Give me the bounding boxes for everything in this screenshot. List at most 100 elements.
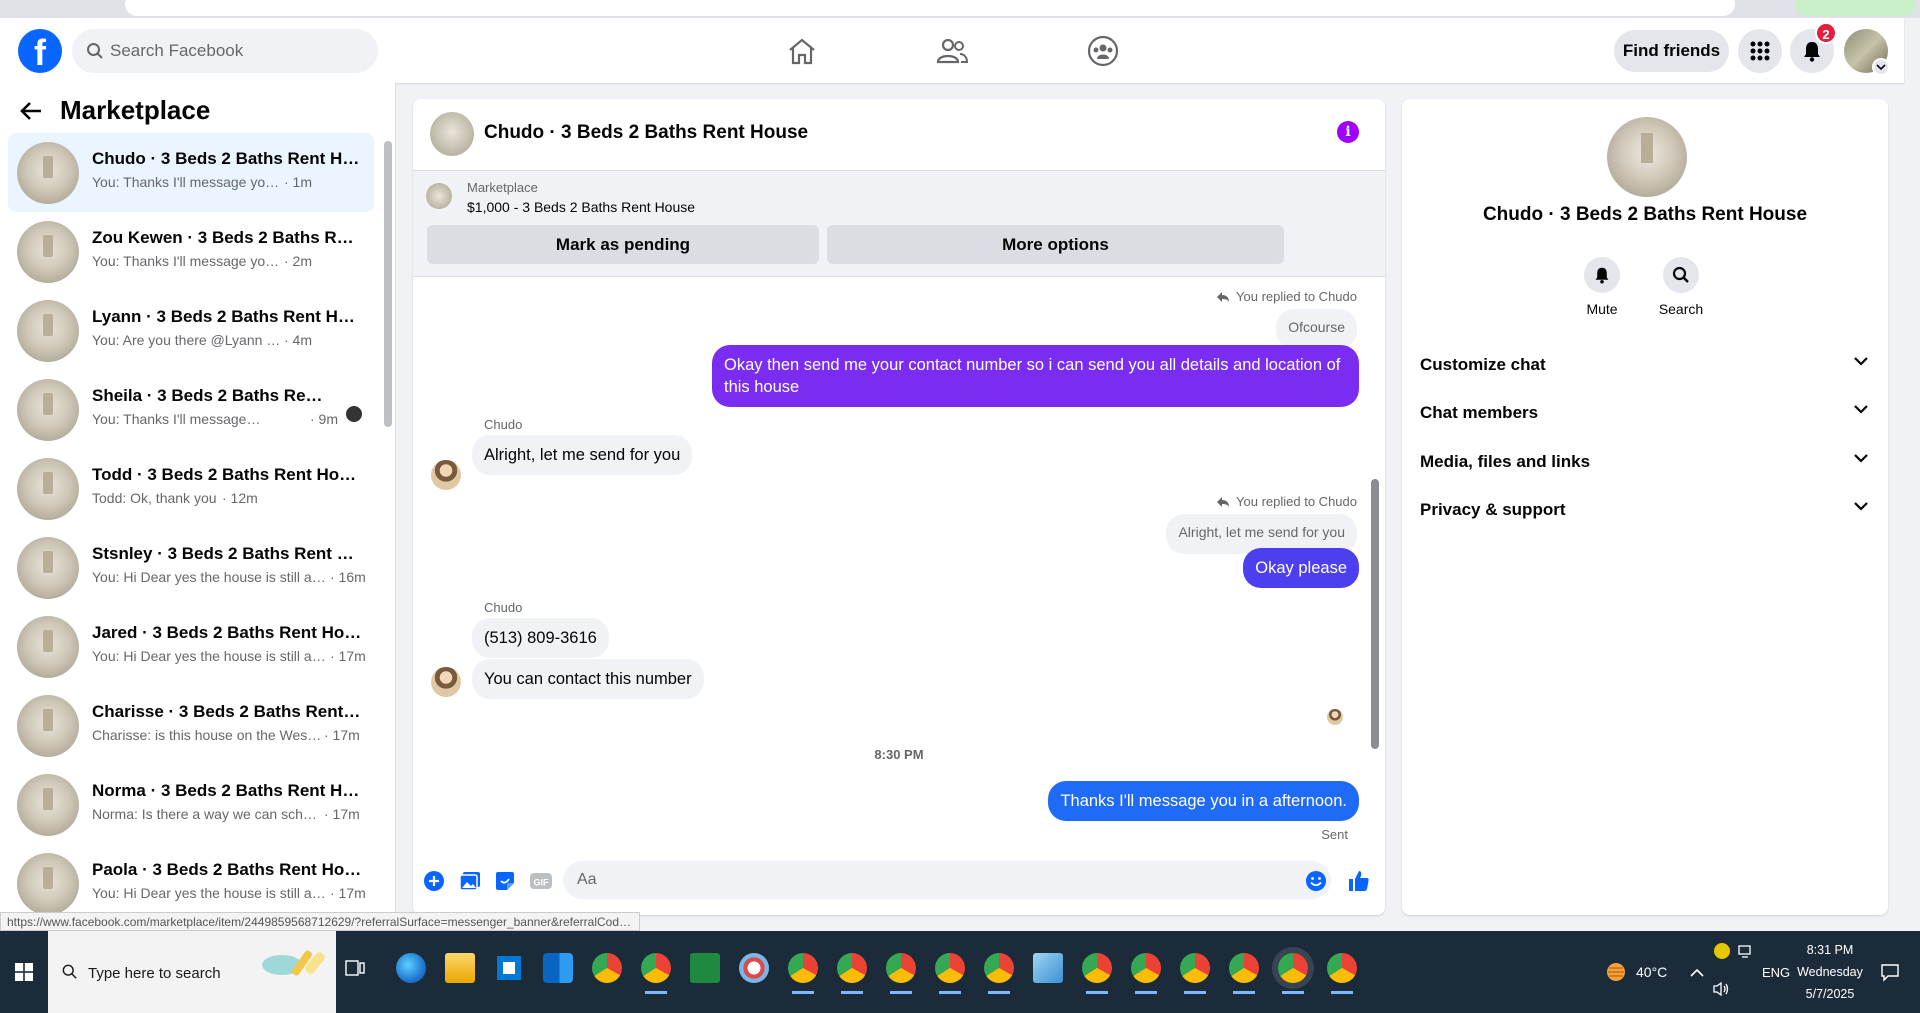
chrome-window-icon[interactable] [984,953,1014,994]
chrome-window-icon[interactable] [788,953,818,994]
marketplace-sidebar: Marketplace Chudo · 3 Beds 2 Baths Rent … [0,83,396,923]
chrome-window-icon[interactable] [1229,953,1259,994]
sender-avatar[interactable] [431,460,461,490]
gif-icon[interactable]: GIF [529,869,553,893]
sidebar-scrollbar[interactable] [384,141,392,427]
chrome-profile-icon[interactable] [641,953,671,994]
customize-chat-section[interactable]: Customize chat [1410,343,1880,387]
address-bar[interactable] [125,0,1735,16]
back-arrow-icon[interactable] [20,101,42,121]
chrome-active-window-icon[interactable] [1278,953,1308,994]
file-explorer-icon[interactable] [445,953,475,983]
notification-center-icon[interactable] [1880,962,1900,987]
paint-app-icon[interactable] [739,953,769,983]
search-box[interactable] [72,29,378,73]
info-avatar[interactable] [1607,117,1687,197]
outgoing-message[interactable]: Okay please [1243,548,1359,588]
chat-avatar[interactable] [430,112,474,156]
network-icon[interactable] [1738,943,1754,964]
task-view-icon[interactable] [344,957,370,983]
chrome-icon[interactable] [592,953,622,983]
microsoft-store-icon[interactable] [494,953,524,983]
weather-sun-icon [1607,963,1625,981]
find-friends-button[interactable]: Find friends [1614,30,1729,72]
chat-scrollbar[interactable] [1371,479,1379,749]
plus-icon[interactable] [422,869,446,893]
groups-icon[interactable] [1083,32,1123,70]
home-icon[interactable] [782,32,822,70]
friends-icon[interactable] [932,32,972,70]
conversation-item[interactable]: Chudo · 3 Beds 2 Baths Rent House You: T… [8,133,374,212]
volume-icon[interactable] [1712,981,1730,1002]
search-action[interactable]: Search [1641,257,1721,317]
windows-start-icon[interactable] [0,931,48,1013]
outgoing-message[interactable]: Thanks I'll message you in a afternoon. [1048,781,1359,821]
conversation-name: Chudo · 3 Beds 2 Baths Rent House [92,149,362,168]
weather-widget[interactable]: 40°C [1604,931,1667,1013]
chevron-down-icon [1854,502,1868,511]
edge-browser-icon[interactable] [396,953,426,983]
media-files-links-section[interactable]: Media, files and links [1410,440,1880,484]
taskbar-search-box[interactable]: Type here to search [48,931,336,1013]
taskbar-clock[interactable]: 8:31 PM Wednesday 5/7/2025 [1780,939,1880,1005]
incoming-message[interactable]: (513) 809-3616 [472,618,609,658]
search-icon[interactable] [1663,257,1699,293]
sticker-icon[interactable] [493,869,517,893]
thumbs-up-icon[interactable] [1347,869,1371,893]
message-sender-name: Chudo [484,600,523,615]
conversation-item[interactable]: Sheila · 3 Beds 2 Baths Rent House You: … [8,370,374,449]
spreadsheet-app-icon[interactable] [690,953,720,983]
chrome-window-icon[interactable] [1180,953,1210,994]
tray-app-icon[interactable] [1714,943,1730,959]
incoming-message[interactable]: Alright, let me send for you [472,435,693,475]
mute-action[interactable]: Mute [1562,257,1642,317]
chrome-window-icon[interactable] [935,953,965,994]
conversation-info-icon[interactable]: i [1337,121,1359,143]
privacy-support-section[interactable]: Privacy & support [1410,488,1880,532]
conversation-item[interactable]: Norma · 3 Beds 2 Baths Rent House Norma:… [8,765,374,844]
conversation-time: · 1m [284,174,312,190]
search-input[interactable] [110,29,370,73]
message-thread: You replied to Chudo Ofcourse Okay then … [413,277,1385,847]
chrome-window-icon[interactable] [1131,953,1161,994]
facebook-logo-icon[interactable]: f [18,29,62,73]
section-label: Privacy & support [1420,500,1566,519]
conversation-item[interactable]: Charisse · 3 Beds 2 Baths Rent House Cha… [8,686,374,765]
chat-title[interactable]: Chudo · 3 Beds 2 Baths Rent House [484,122,808,144]
quoted-message[interactable]: Ofcourse [1276,309,1357,349]
conversation-item[interactable]: Lyann · 3 Beds 2 Baths Rent House You: A… [8,291,374,370]
chrome-window-icon[interactable] [886,953,916,994]
browser-extension-area[interactable] [1795,0,1915,16]
conversation-time: · 16m [330,569,366,585]
photo-icon[interactable] [458,869,482,893]
bell-icon[interactable] [1584,257,1620,293]
mark-as-pending-button[interactable]: Mark as pending [427,225,819,264]
listing-title[interactable]: $1,000 - 3 Beds 2 Baths Rent House [467,199,695,215]
account-chevron-down-icon[interactable] [1872,58,1890,76]
link-status-url: https://www.facebook.com/marketplace/ite… [0,912,640,931]
clock-date: 5/7/2025 [1805,987,1855,1001]
conversation-name: Jared · 3 Beds 2 Baths Rent House [92,623,362,642]
emoji-icon[interactable] [1304,869,1328,893]
outgoing-message[interactable]: Okay then send me your contact number so… [712,345,1359,407]
page-scrollbar[interactable] [1906,18,1920,931]
conversation-item[interactable]: Todd · 3 Beds 2 Baths Rent House Todd: O… [8,449,374,528]
chat-members-section[interactable]: Chat members [1410,391,1880,435]
show-hidden-icons-chevron-icon[interactable] [1690,931,1704,1013]
section-label: Media, files and links [1420,452,1591,471]
listing-thumbnail[interactable] [426,183,452,209]
message-input[interactable] [563,861,1331,899]
notepad-icon[interactable] [1033,953,1063,983]
conversation-item[interactable]: Stsnley · 3 Beds 2 Baths Rent House You:… [8,528,374,607]
outlook-icon[interactable] [543,953,573,983]
sender-avatar[interactable] [431,667,461,697]
chrome-window-icon[interactable] [1082,953,1112,994]
menu-grid-icon[interactable] [1738,29,1782,73]
conversation-item[interactable]: Zou Kewen · 3 Beds 2 Baths Rent House Yo… [8,212,374,291]
more-options-button[interactable]: More options [827,225,1284,264]
chrome-window-icon[interactable] [837,953,867,994]
incoming-message[interactable]: You can contact this number [472,659,704,699]
chevron-down-icon [1854,357,1868,366]
chrome-window-icon[interactable] [1327,953,1357,994]
conversation-item[interactable]: Jared · 3 Beds 2 Baths Rent House You: H… [8,607,374,686]
